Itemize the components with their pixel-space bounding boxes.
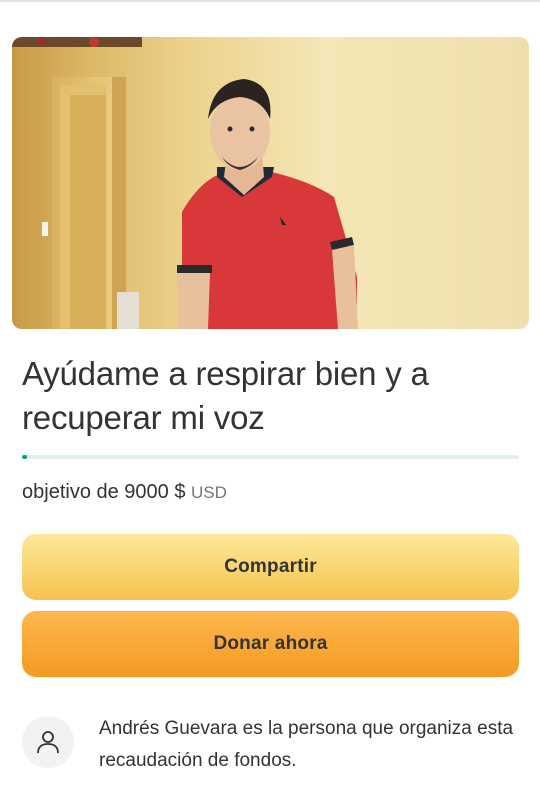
- campaign-title: Ayúdame a respirar bien y a recuperar mi…: [22, 355, 429, 436]
- person-icon: [22, 716, 74, 768]
- goal-amount: objetivo de 9000 $ USD: [22, 479, 227, 506]
- goal-text: objetivo de 9000 $: [22, 481, 186, 503]
- organizer-description: Andrés Guevara es la persona que organiz…: [99, 718, 514, 771]
- top-divider: [0, 0, 540, 2]
- progress-bar-fill: [22, 455, 27, 459]
- goal-currency: USD: [191, 483, 227, 502]
- progress-bar: [22, 455, 519, 459]
- share-button[interactable]: Compartir: [22, 534, 519, 600]
- person-icon-glyph: [37, 731, 59, 754]
- campaign-photo-illustration: [12, 37, 529, 329]
- campaign-photo: [12, 37, 529, 329]
- donate-button[interactable]: Donar ahora: [22, 611, 519, 677]
